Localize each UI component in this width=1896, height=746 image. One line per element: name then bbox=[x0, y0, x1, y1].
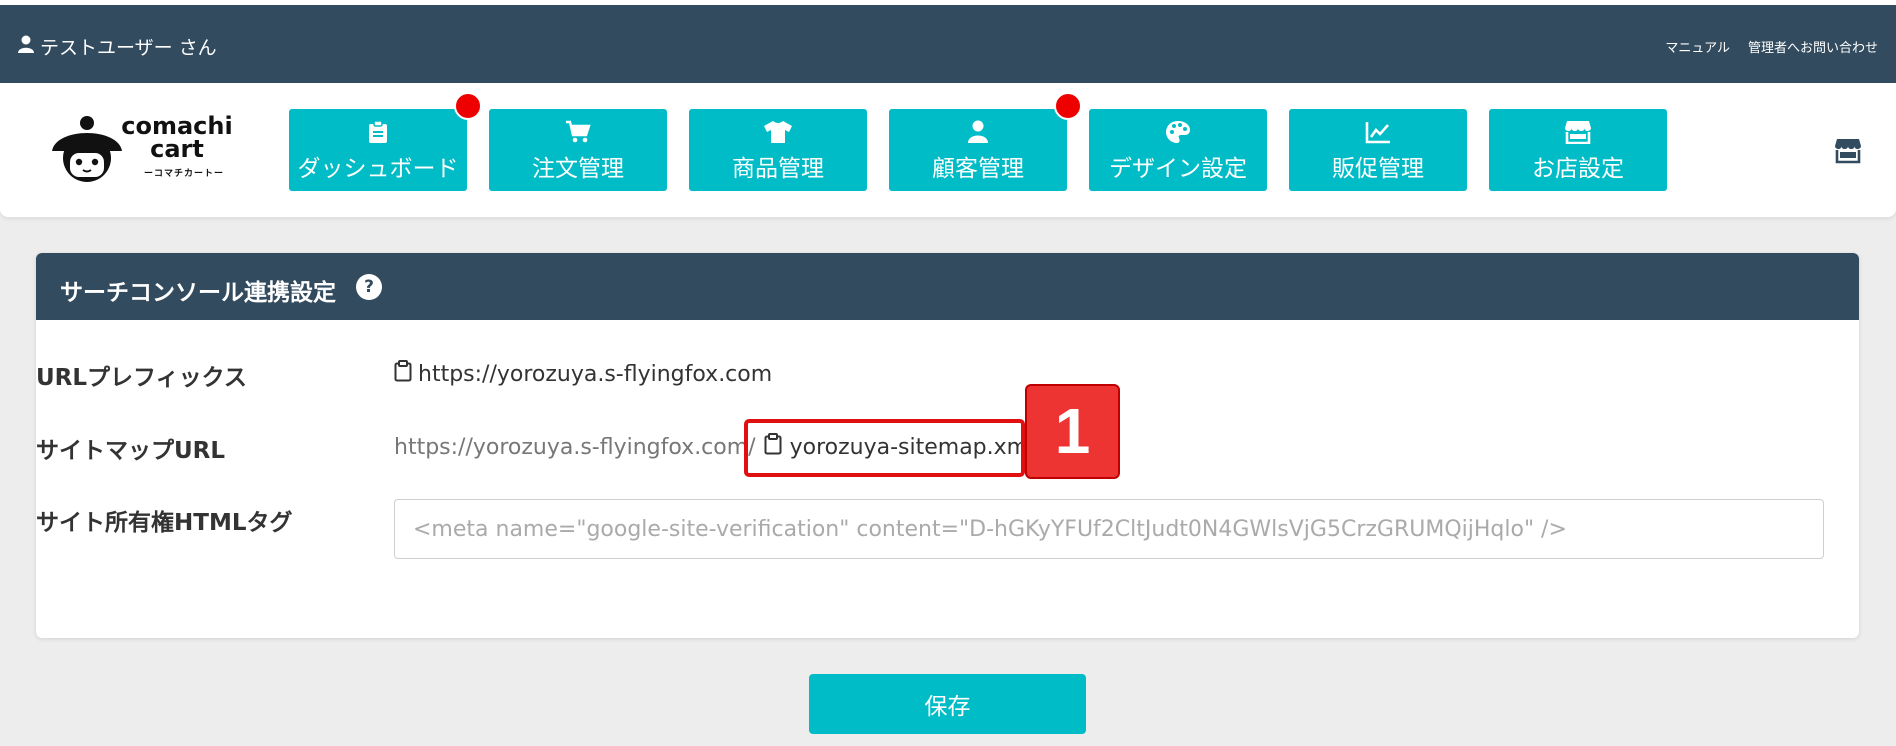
url-prefix-value-group: https://yorozuya.s-flyingfox.com bbox=[394, 360, 772, 388]
cart-icon bbox=[489, 120, 667, 146]
logo-face-icon bbox=[52, 116, 122, 182]
main-nav: comachi cart ーコマチカートー ダッシュボード 注文管理 商品管理 顧… bbox=[0, 83, 1896, 217]
nav-store-settings-button[interactable]: お店設定 bbox=[1489, 109, 1667, 191]
user-icon bbox=[889, 120, 1067, 146]
nav-orders-button[interactable]: 注文管理 bbox=[489, 109, 667, 191]
url-prefix-label: URLプレフィックス bbox=[36, 365, 247, 391]
panel-header: サーチコンソール連携設定 ? bbox=[36, 253, 1859, 320]
customers-notification-dot bbox=[1054, 92, 1082, 120]
comachi-cart-logo[interactable]: comachi cart ーコマチカートー bbox=[48, 113, 234, 189]
annotation-highlight-box bbox=[744, 419, 1025, 477]
nav-store-settings-label: お店設定 bbox=[1532, 156, 1624, 182]
html-tag-label: サイト所有権HTMLタグ bbox=[36, 510, 293, 536]
nav-dashboard-button[interactable]: ダッシュボード bbox=[289, 109, 467, 191]
nav-customers-label: 顧客管理 bbox=[932, 156, 1024, 182]
nav-products-button[interactable]: 商品管理 bbox=[689, 109, 867, 191]
store-icon bbox=[1489, 120, 1667, 146]
nav-orders-label: 注文管理 bbox=[532, 156, 624, 182]
save-button[interactable]: 保存 bbox=[809, 674, 1086, 734]
nav-promotion-button[interactable]: 販促管理 bbox=[1289, 109, 1467, 191]
shirt-icon bbox=[689, 120, 867, 146]
nav-customers-button[interactable]: 顧客管理 bbox=[889, 109, 1067, 191]
logo-subtitle: ーコマチカートー bbox=[144, 169, 225, 179]
nav-promotion-label: 販促管理 bbox=[1332, 156, 1424, 182]
clipboard-icon bbox=[289, 120, 467, 146]
nav-products-label: 商品管理 bbox=[732, 156, 824, 182]
chart-line-icon bbox=[1289, 120, 1467, 146]
nav-dashboard-label: ダッシュボード bbox=[297, 156, 459, 182]
nav-design-button[interactable]: デザイン設定 bbox=[1089, 109, 1267, 191]
panel-title: サーチコンソール連携設定 bbox=[60, 280, 336, 306]
storefront-icon[interactable] bbox=[1834, 138, 1862, 168]
dashboard-notification-dot bbox=[454, 92, 482, 120]
nav-design-label: デザイン設定 bbox=[1109, 156, 1247, 182]
user-info[interactable]: テストユーザー さん bbox=[18, 33, 217, 60]
user-icon bbox=[18, 35, 34, 58]
sitemap-base-url: https://yorozuya.s-flyingfox.com/ bbox=[394, 434, 756, 460]
copy-clipboard-icon[interactable] bbox=[394, 360, 412, 388]
html-tag-input[interactable] bbox=[394, 499, 1824, 559]
manual-link[interactable]: マニュアル bbox=[1665, 37, 1730, 56]
contact-admin-link[interactable]: 管理者へお問い合わせ bbox=[1748, 37, 1878, 56]
user-name: テストユーザー さん bbox=[40, 37, 217, 59]
sitemap-url-label: サイトマップURL bbox=[36, 438, 226, 464]
help-icon[interactable]: ? bbox=[356, 274, 382, 300]
logo-brand-line2: cart bbox=[150, 135, 204, 163]
top-bar: テストユーザー さん マニュアル 管理者へお問い合わせ bbox=[0, 5, 1896, 83]
palette-icon bbox=[1089, 120, 1267, 146]
annotation-step-badge: 1 bbox=[1025, 384, 1120, 479]
url-prefix-value: https://yorozuya.s-flyingfox.com bbox=[418, 361, 773, 387]
